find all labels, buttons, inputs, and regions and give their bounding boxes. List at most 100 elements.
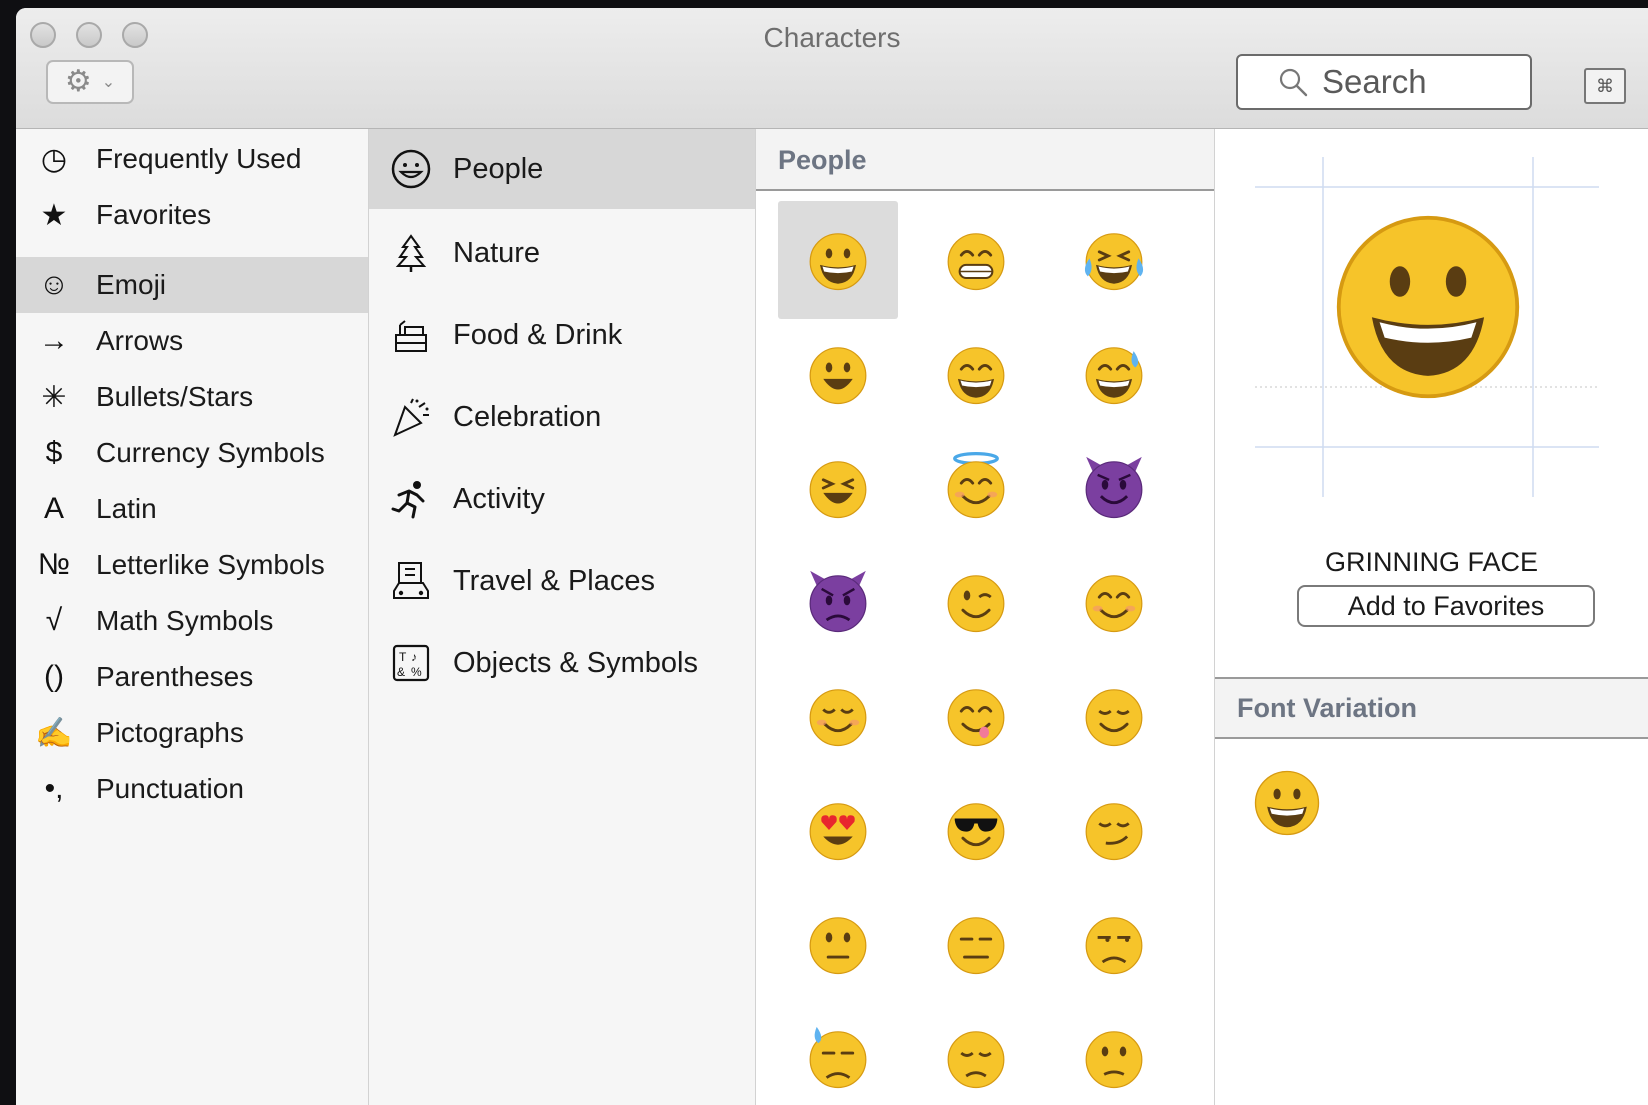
subcategory-food-drink[interactable]: Food & Drink <box>369 293 755 377</box>
objects-symbols-icon: T ♪ &% <box>387 643 435 683</box>
imp-icon <box>809 570 867 633</box>
grinning-face-large-icon <box>1336 215 1520 399</box>
gear-icon: ⚙ <box>64 65 92 98</box>
pensive-face-icon <box>947 1031 1005 1089</box>
category-label: Emoji <box>96 269 167 300</box>
emoji-smiling-face-tightly-closed-eyes[interactable] <box>778 429 898 547</box>
confused-face-icon <box>1085 1031 1143 1089</box>
smiling-face-open-mouth-icon <box>809 347 867 405</box>
subcategory-label: Food & Drink <box>453 318 623 351</box>
category-letterlike-symbols[interactable]: № Letterlike Symbols <box>16 537 368 593</box>
emoji-heart-eyes[interactable] <box>778 771 898 889</box>
category-arrows[interactable]: → Arrows <box>16 313 368 369</box>
category-label: Punctuation <box>96 773 244 804</box>
svg-text:&: & <box>397 665 405 679</box>
emoji-smiling-face-smiling-eyes[interactable] <box>1054 543 1174 661</box>
emoji-expressionless-face[interactable] <box>916 885 1036 1003</box>
category-currency-symbols[interactable]: $ Currency Symbols <box>16 425 368 481</box>
emoji-face-with-cold-sweat[interactable] <box>778 999 898 1105</box>
party-popper-icon <box>387 397 435 437</box>
category-label: Favorites <box>96 199 212 230</box>
smiling-face-with-sunglasses-icon <box>947 803 1005 861</box>
runner-icon <box>387 479 435 519</box>
add-to-favorites-button[interactable]: Add to Favorites <box>1297 585 1595 627</box>
subcategory-people[interactable]: People <box>369 129 755 209</box>
emoji-face-with-tears-of-joy[interactable] <box>1054 201 1174 319</box>
relieved-face-icon <box>1085 689 1143 747</box>
emoji-face-savouring-food[interactable] <box>916 657 1036 775</box>
tree-icon <box>387 233 435 273</box>
category-latin[interactable]: A Latin <box>16 481 368 537</box>
building-car-icon <box>387 561 435 601</box>
emoji-grinning-face[interactable] <box>778 201 898 319</box>
emoji-smiling-face-smiling-eyes-open-mouth[interactable] <box>916 315 1036 433</box>
character-preview <box>1255 157 1599 497</box>
subcategory-objects-symbols[interactable]: T ♪ &% Objects & Symbols <box>369 621 755 705</box>
emoji-smiling-face-open-mouth[interactable] <box>778 315 898 433</box>
emoji-smiling-face-cold-sweat[interactable] <box>1054 315 1174 433</box>
character-name: GRINNING FACE <box>1324 547 1539 577</box>
emoji-relaxed[interactable] <box>778 657 898 775</box>
parentheses-icon: () <box>44 660 64 693</box>
category-punctuation[interactable]: •, Punctuation <box>16 761 368 817</box>
emoji-imp[interactable] <box>778 543 898 661</box>
smiling-face-tightly-closed-eyes-icon <box>809 461 867 519</box>
subcategory-activity[interactable]: Activity <box>369 457 755 541</box>
unamused-face-icon <box>1085 917 1143 975</box>
neutral-face-icon <box>809 917 867 975</box>
subcategory-celebration[interactable]: Celebration <box>369 375 755 459</box>
category-sidebar: ◷ Frequently Used ★ Favorites ☺ Emoji → Arrows ✳… <box>16 129 369 1105</box>
category-bullets-stars[interactable]: ✳ Bullets/Stars <box>16 369 368 425</box>
grimacing-face-icon <box>947 233 1005 291</box>
grid-section-header: People <box>756 129 1214 191</box>
subcategory-list: People Nature Food & Drink Celebration Activ… <box>369 129 756 1105</box>
clock-icon: ◷ <box>40 142 68 176</box>
search-input[interactable] <box>1322 63 1522 101</box>
character-grid <box>778 201 1214 1105</box>
emoji-winking-face[interactable] <box>916 543 1036 661</box>
category-label: Math Symbols <box>96 605 274 636</box>
font-variation-title: Font Variation <box>1237 693 1418 723</box>
emoji-relieved-face[interactable] <box>1054 657 1174 775</box>
smiling-face-smiling-eyes-open-mouth-icon <box>947 347 1005 405</box>
pen-icon: ✍ <box>35 716 73 750</box>
smiley-icon: ☺ <box>38 268 70 301</box>
sqrt-icon: √ <box>45 604 63 637</box>
subcategory-label: People <box>453 152 544 185</box>
emoji-neutral-face[interactable] <box>778 885 898 1003</box>
category-parentheses[interactable]: () Parentheses <box>16 649 368 705</box>
category-label: Bullets/Stars <box>96 381 254 412</box>
category-pictographs[interactable]: ✍ Pictographs <box>16 705 368 761</box>
smirking-face-icon <box>1085 803 1143 861</box>
face-with-cold-sweat-icon <box>809 1026 867 1089</box>
subcategory-travel-places[interactable]: Travel & Places <box>369 539 755 623</box>
emoji-smirking-face[interactable] <box>1054 771 1174 889</box>
emoji-smiling-face-with-sunglasses[interactable] <box>916 771 1036 889</box>
font-variation-grinning-face[interactable] <box>1251 767 1323 839</box>
numero-icon: № <box>37 548 71 581</box>
smiling-face-with-halo-icon <box>947 452 1005 519</box>
star-icon: ★ <box>40 198 68 232</box>
category-label: Frequently Used <box>96 143 302 174</box>
category-frequently-used[interactable]: ◷ Frequently Used <box>16 131 368 187</box>
emoji-confused-face[interactable] <box>1054 999 1174 1105</box>
winking-face-icon <box>947 575 1005 633</box>
punctuation-icon: •, <box>44 772 64 805</box>
category-favorites[interactable]: ★ Favorites <box>16 187 368 243</box>
search-field[interactable] <box>1236 54 1532 110</box>
characters-window: Characters ⚙ ⌄ ⌘ ◷ Frequently Used ★ Favori… <box>16 8 1648 1105</box>
subcategory-nature[interactable]: Nature <box>369 211 755 295</box>
category-label: Arrows <box>96 325 184 356</box>
category-label: Letterlike Symbols <box>96 549 325 580</box>
emoji-unamused-face[interactable] <box>1054 885 1174 1003</box>
category-math-symbols[interactable]: √ Math Symbols <box>16 593 368 649</box>
emoji-smiling-face-with-halo[interactable] <box>916 429 1036 547</box>
action-menu-button[interactable]: ⚙ ⌄ <box>46 60 134 104</box>
keyboard-viewer-button[interactable]: ⌘ <box>1584 68 1626 104</box>
arrow-icon: → <box>39 324 69 357</box>
emoji-grimacing-face[interactable] <box>916 201 1036 319</box>
category-emoji[interactable]: ☺ Emoji <box>16 257 368 313</box>
emoji-smiling-face-with-horns[interactable] <box>1054 429 1174 547</box>
emoji-pensive-face[interactable] <box>916 999 1036 1105</box>
smiling-face-cold-sweat-icon <box>1085 347 1143 405</box>
